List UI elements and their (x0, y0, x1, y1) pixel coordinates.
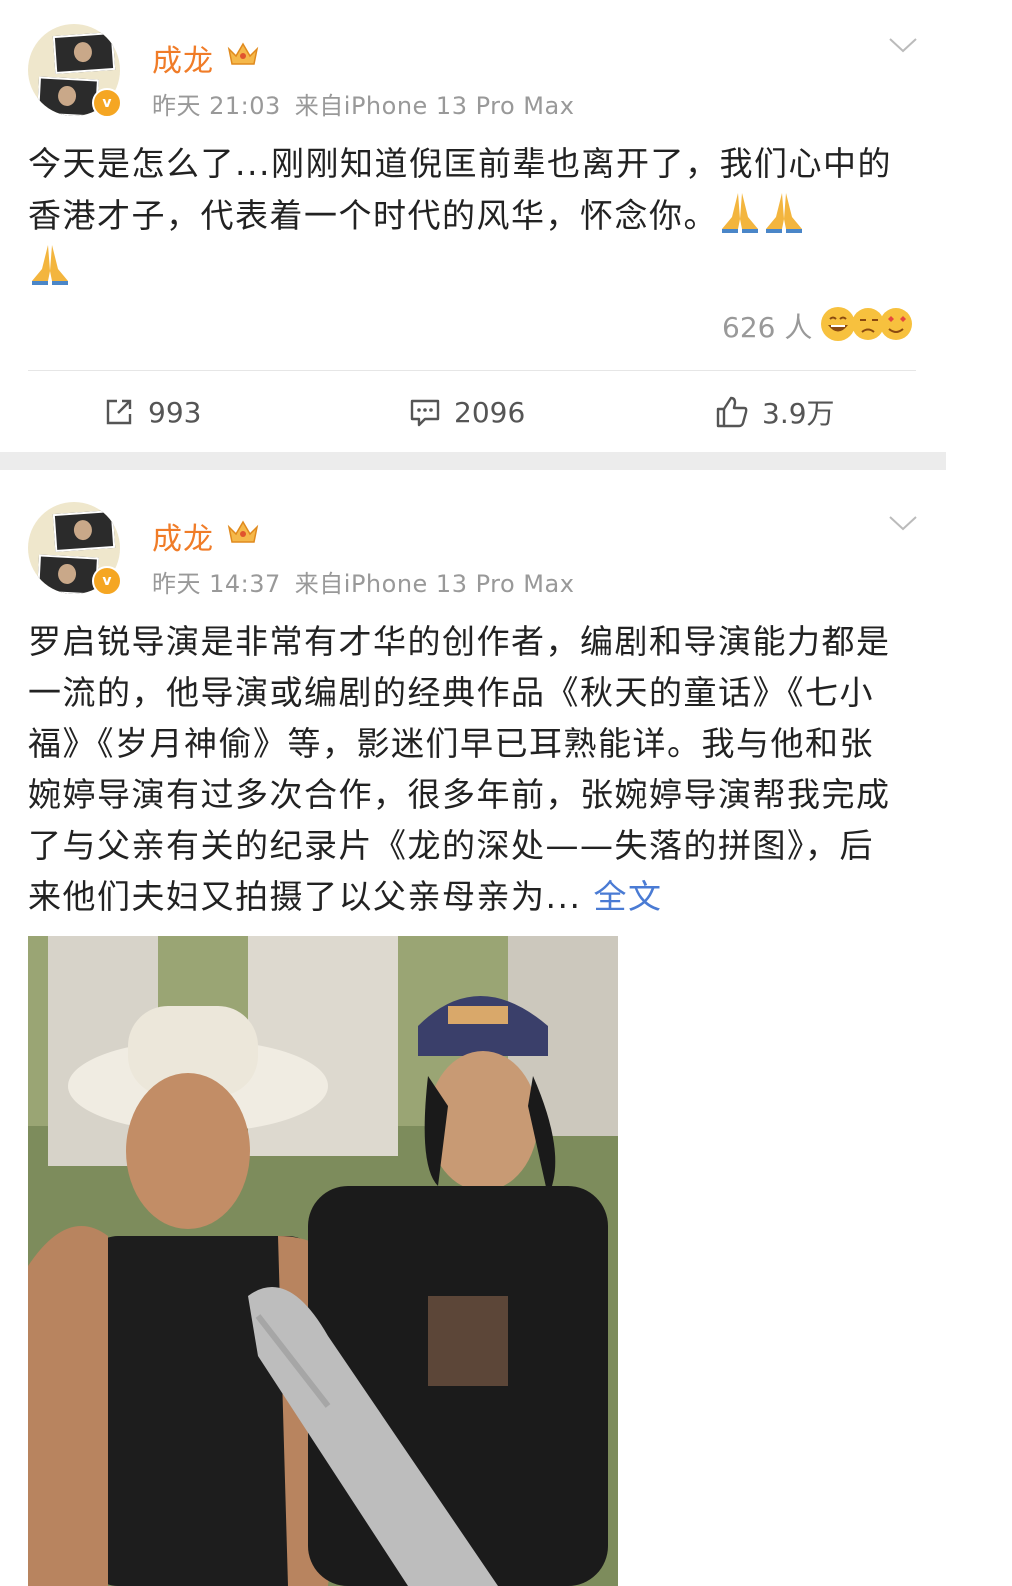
post-source: 来自iPhone 13 Pro Max (294, 570, 575, 598)
repost-button[interactable]: 993 (102, 390, 201, 434)
heart-eyes-emoji (880, 308, 912, 340)
crown-icon (227, 42, 259, 65)
reaction-count[interactable]: 626 人 (722, 306, 812, 346)
laugh-emoji (821, 307, 855, 341)
chevron-down-icon[interactable] (888, 36, 918, 54)
reaction-emojis[interactable] (820, 306, 916, 342)
verified-icon: v (92, 566, 122, 596)
post-meta: 昨天 14:37 来自iPhone 13 Pro Max (152, 564, 574, 599)
username[interactable]: 成龙 (152, 36, 214, 80)
crown-icon (227, 520, 259, 543)
comment-count: 2096 (454, 395, 526, 429)
pray-icon (32, 245, 68, 285)
like-button[interactable]: 3.9万 (714, 390, 835, 434)
chevron-down-icon[interactable] (888, 514, 918, 532)
weibo-post: v 成龙 昨天 14:37 来自iPhone 13 Pro Max 罗启锐导演是非… (0, 470, 946, 1586)
post-text: 今天是怎么了...刚刚知道倪匡前辈也离开了，我们心中的香港才子，代表着一个时代的… (28, 138, 908, 293)
thumbs-up-icon (716, 396, 748, 428)
like-count: 3.9万 (762, 397, 835, 430)
post-time: 昨天 14:37 (152, 570, 281, 598)
post-text-body: 罗启锐导演是非常有才华的创作者，编剧和导演能力都是一流的，他导演或编剧的经典作品… (28, 622, 891, 916)
post-separator (0, 452, 946, 470)
photo-two-men-on-film-set (28, 936, 618, 1586)
cry-emoji (852, 308, 884, 340)
share-icon (106, 399, 132, 425)
weibo-post: v 成龙 昨天 21:03 来自iPhone 13 Pro Max 今天是怎么了.… (0, 0, 946, 452)
username[interactable]: 成龙 (152, 514, 214, 558)
read-more-link[interactable]: 全文 (593, 877, 662, 916)
pray-icon (766, 193, 802, 233)
comment-icon (410, 399, 440, 427)
comment-button[interactable]: 2096 (408, 390, 525, 434)
post-source: 来自iPhone 13 Pro Max (294, 92, 575, 120)
divider (28, 370, 916, 371)
pray-icon (722, 193, 758, 233)
post-time: 昨天 21:03 (152, 92, 281, 120)
post-meta: 昨天 21:03 来自iPhone 13 Pro Max (152, 86, 574, 121)
verified-icon: v (92, 88, 122, 118)
post-text: 罗启锐导演是非常有才华的创作者，编剧和导演能力都是一流的，他导演或编剧的经典作品… (28, 616, 908, 922)
post-image[interactable] (28, 936, 618, 1586)
repost-count: 993 (148, 395, 202, 429)
